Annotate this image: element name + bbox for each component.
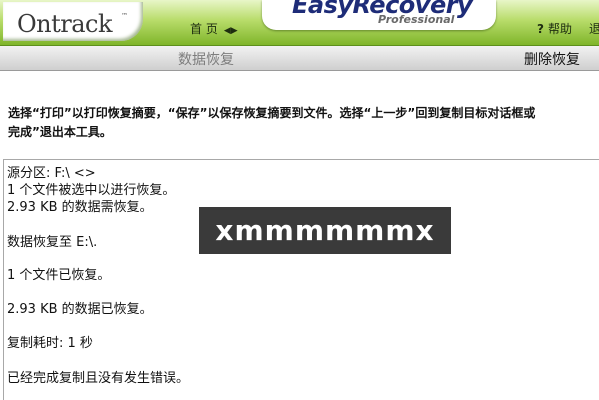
summary-line: 2.93 KB 的数据需恢复。 xyxy=(7,200,153,215)
product-banner: EasyRecovery Professional xyxy=(262,0,496,30)
home-label: 首 页 xyxy=(190,22,218,36)
instructions-line-2: 完成”退出本工具。 xyxy=(8,125,112,139)
home-link[interactable]: 首 页 ◀▶ xyxy=(190,20,238,37)
top-header-bar: Ontrack ™ 首 页 ◀▶ EasyRecovery Professiona… xyxy=(0,0,599,46)
product-edition: Professional xyxy=(378,13,455,26)
summary-line: 数据恢复至 E:\. xyxy=(7,235,98,250)
summary-line: 复制耗时: 1 秒 xyxy=(7,336,93,351)
instructions-line-1: 选择“打印”以打印恢复摘要，“保存”以保存恢复摘要到文件。选择“上一步”回到复制… xyxy=(8,106,536,120)
summary-line: 1 个文件已恢复。 xyxy=(7,268,111,283)
current-tool-title: 删除恢复 xyxy=(524,52,580,68)
section-title: 数据恢复 xyxy=(178,52,234,68)
help-label: 帮助 xyxy=(547,22,572,36)
help-icon: ? xyxy=(537,22,544,36)
recovery-summary-panel[interactable]: 源分区: F:\ <> 1 个文件被选中以进行恢复。 2.93 KB 的数据需恢… xyxy=(3,159,599,400)
ontrack-logo: Ontrack ™ xyxy=(3,2,143,41)
exit-link[interactable]: 退 xyxy=(589,20,599,37)
help-link[interactable]: ? 帮助 xyxy=(537,20,572,37)
instructions-text: 选择“打印”以打印恢复摘要，“保存”以保存恢复摘要到文件。选择“上一步”回到复制… xyxy=(8,104,599,142)
home-arrows-icon: ◀▶ xyxy=(223,26,238,36)
logo-trademark: ™ xyxy=(121,12,128,20)
logo-text: Ontrack xyxy=(17,10,113,38)
title-band: 数据恢复 删除恢复 xyxy=(0,46,599,71)
summary-line: 已经完成复制且没有发生错误。 xyxy=(7,371,190,386)
watermark-overlay: xmmmmmmx xyxy=(199,207,451,254)
summary-line: 2.93 KB 的数据已恢复。 xyxy=(7,302,153,317)
